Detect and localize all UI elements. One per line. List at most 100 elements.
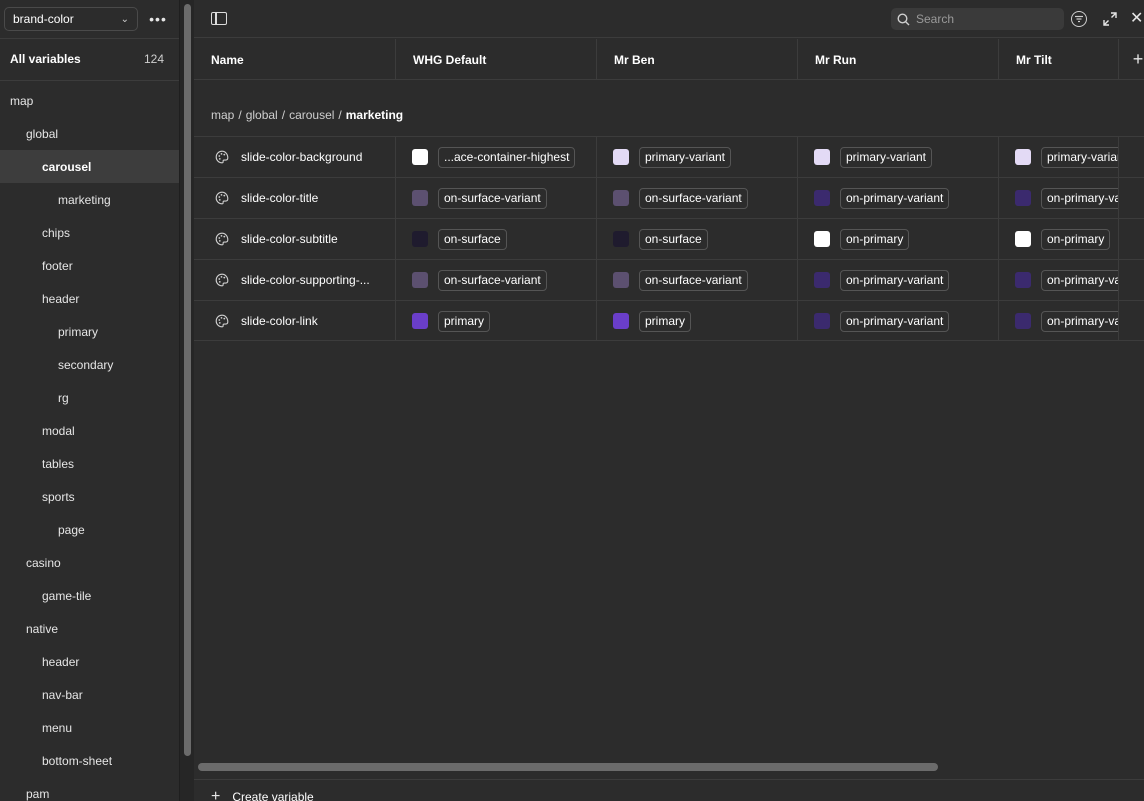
sidebar-group-item[interactable]: sports: [0, 480, 179, 513]
sidebar-group-item[interactable]: menu: [0, 711, 179, 744]
sidebar-group-item[interactable]: pam: [0, 777, 179, 801]
alias-pill[interactable]: primary: [438, 310, 491, 332]
mode-value-cell[interactable]: primary: [597, 301, 798, 341]
sidebar-group-item[interactable]: header: [0, 645, 179, 678]
mode-value-cell[interactable]: on-primary-variant: [999, 260, 1119, 300]
alias-pill[interactable]: on-primary-variant: [1041, 187, 1118, 209]
sidebar-group-item[interactable]: rg: [0, 381, 179, 414]
color-swatch[interactable]: [814, 313, 830, 329]
variable-name-cell[interactable]: slide-color-subtitle: [194, 219, 396, 259]
column-header[interactable]: Mr Ben: [597, 39, 798, 80]
mode-value-cell[interactable]: on-primary: [798, 219, 999, 259]
sidebar-group-item[interactable]: secondary: [0, 348, 179, 381]
alias-pill[interactable]: primary-variant: [840, 146, 933, 168]
color-swatch[interactable]: [613, 190, 629, 206]
mode-value-cell[interactable]: on-surface-variant: [396, 260, 597, 300]
mode-value-cell[interactable]: primary: [396, 301, 597, 341]
color-swatch[interactable]: [412, 313, 428, 329]
color-swatch[interactable]: [814, 231, 830, 247]
sidebar-group-item[interactable]: page: [0, 513, 179, 546]
table-row[interactable]: slide-color-supporting-... on-surface-var…: [194, 259, 1144, 300]
sidebar-group-item[interactable]: primary: [0, 315, 179, 348]
color-swatch[interactable]: [814, 149, 830, 165]
sidebar-group-item[interactable]: marketing: [0, 183, 179, 216]
mode-value-cell[interactable]: on-surface-variant: [597, 178, 798, 218]
sidebar-group-item[interactable]: modal: [0, 414, 179, 447]
table-row[interactable]: slide-color-link primary primary on-primary…: [194, 300, 1144, 341]
mode-value-cell[interactable]: primary-variant: [999, 137, 1119, 177]
mode-value-cell[interactable]: on-primary-variant: [999, 178, 1119, 218]
alias-pill[interactable]: on-primary-variant: [840, 269, 950, 291]
alias-pill[interactable]: on-primary-variant: [840, 187, 950, 209]
color-swatch[interactable]: [613, 272, 629, 288]
sidebar-group-item[interactable]: header: [0, 282, 179, 315]
alias-pill[interactable]: on-surface: [639, 228, 708, 250]
expand-icon[interactable]: [1101, 10, 1119, 28]
sidebar-group-item[interactable]: chips: [0, 216, 179, 249]
alias-pill[interactable]: primary-variant: [639, 146, 732, 168]
column-header[interactable]: Mr Run: [798, 39, 999, 80]
mode-value-cell[interactable]: on-surface: [396, 219, 597, 259]
mode-value-cell[interactable]: primary-variant: [597, 137, 798, 177]
breadcrumb-item[interactable]: map: [211, 108, 234, 122]
mode-value-cell[interactable]: on-surface: [597, 219, 798, 259]
color-swatch[interactable]: [613, 231, 629, 247]
variable-name-cell[interactable]: slide-color-title: [194, 178, 396, 218]
color-swatch[interactable]: [412, 272, 428, 288]
sidebar-group-item[interactable]: casino: [0, 546, 179, 579]
alias-pill[interactable]: on-primary-variant: [1041, 269, 1118, 291]
search-box[interactable]: [891, 8, 1064, 30]
alias-pill[interactable]: on-primary: [840, 228, 910, 250]
breadcrumb-item[interactable]: global: [246, 108, 278, 122]
collection-dropdown[interactable]: brand-color ⌄: [4, 7, 138, 31]
search-input[interactable]: [916, 12, 1056, 26]
color-swatch[interactable]: [412, 149, 428, 165]
color-swatch[interactable]: [814, 272, 830, 288]
filter-icon[interactable]: [1071, 11, 1087, 27]
sidebar-scrollbar-thumb[interactable]: [184, 4, 191, 756]
alias-pill[interactable]: on-primary-variant: [1041, 310, 1118, 332]
column-header[interactable]: WHG Default: [396, 39, 597, 80]
color-swatch[interactable]: [814, 190, 830, 206]
add-mode-icon[interactable]: +: [1128, 49, 1144, 69]
color-swatch[interactable]: [1015, 149, 1031, 165]
color-swatch[interactable]: [1015, 313, 1031, 329]
alias-pill[interactable]: on-surface-variant: [438, 269, 547, 291]
alias-pill[interactable]: on-surface-variant: [438, 187, 547, 209]
color-swatch[interactable]: [613, 313, 629, 329]
color-swatch[interactable]: [1015, 190, 1031, 206]
mode-value-cell[interactable]: on-surface-variant: [396, 178, 597, 218]
close-icon[interactable]: ✕: [1130, 8, 1144, 28]
variable-name-cell[interactable]: slide-color-supporting-...: [194, 260, 396, 300]
mode-value-cell[interactable]: on-primary-variant: [798, 178, 999, 218]
sidebar-group-item[interactable]: game-tile: [0, 579, 179, 612]
breadcrumb-item[interactable]: carousel: [289, 108, 334, 122]
sidebar-group-item[interactable]: tables: [0, 447, 179, 480]
alias-pill[interactable]: on-primary-variant: [840, 310, 950, 332]
sidebar-group-item[interactable]: bottom-sheet: [0, 744, 179, 777]
mode-value-cell[interactable]: primary-variant: [798, 137, 999, 177]
table-row[interactable]: slide-color-subtitle on-surface on-surface…: [194, 218, 1144, 259]
horizontal-scrollbar-thumb[interactable]: [198, 763, 938, 771]
variable-name-cell[interactable]: slide-color-link: [194, 301, 396, 341]
more-options-icon[interactable]: •••: [146, 9, 170, 29]
mode-value-cell[interactable]: on-primary-variant: [798, 260, 999, 300]
mode-value-cell[interactable]: on-surface-variant: [597, 260, 798, 300]
alias-pill[interactable]: on-surface-variant: [639, 269, 748, 291]
column-header[interactable]: Mr Tilt: [999, 39, 1119, 80]
table-row[interactable]: slide-color-title on-surface-variant on-su…: [194, 177, 1144, 218]
alias-pill[interactable]: on-surface: [438, 228, 507, 250]
mode-value-cell[interactable]: on-primary-variant: [798, 301, 999, 341]
sidebar-group-item[interactable]: footer: [0, 249, 179, 282]
sidebar-group-item[interactable]: global: [0, 117, 179, 150]
sidebar-group-item[interactable]: carousel: [0, 150, 179, 183]
alias-pill[interactable]: primary: [639, 310, 692, 332]
color-swatch[interactable]: [412, 190, 428, 206]
color-swatch[interactable]: [412, 231, 428, 247]
sidebar-toggle-icon[interactable]: [211, 12, 227, 25]
alias-pill[interactable]: ...ace-container-highest: [438, 146, 576, 168]
mode-value-cell[interactable]: ...ace-container-highest: [396, 137, 597, 177]
create-variable-button[interactable]: + Create variable: [211, 788, 314, 801]
table-row[interactable]: slide-color-background ...ace-container-h…: [194, 136, 1144, 177]
sidebar-group-item[interactable]: nav-bar: [0, 678, 179, 711]
